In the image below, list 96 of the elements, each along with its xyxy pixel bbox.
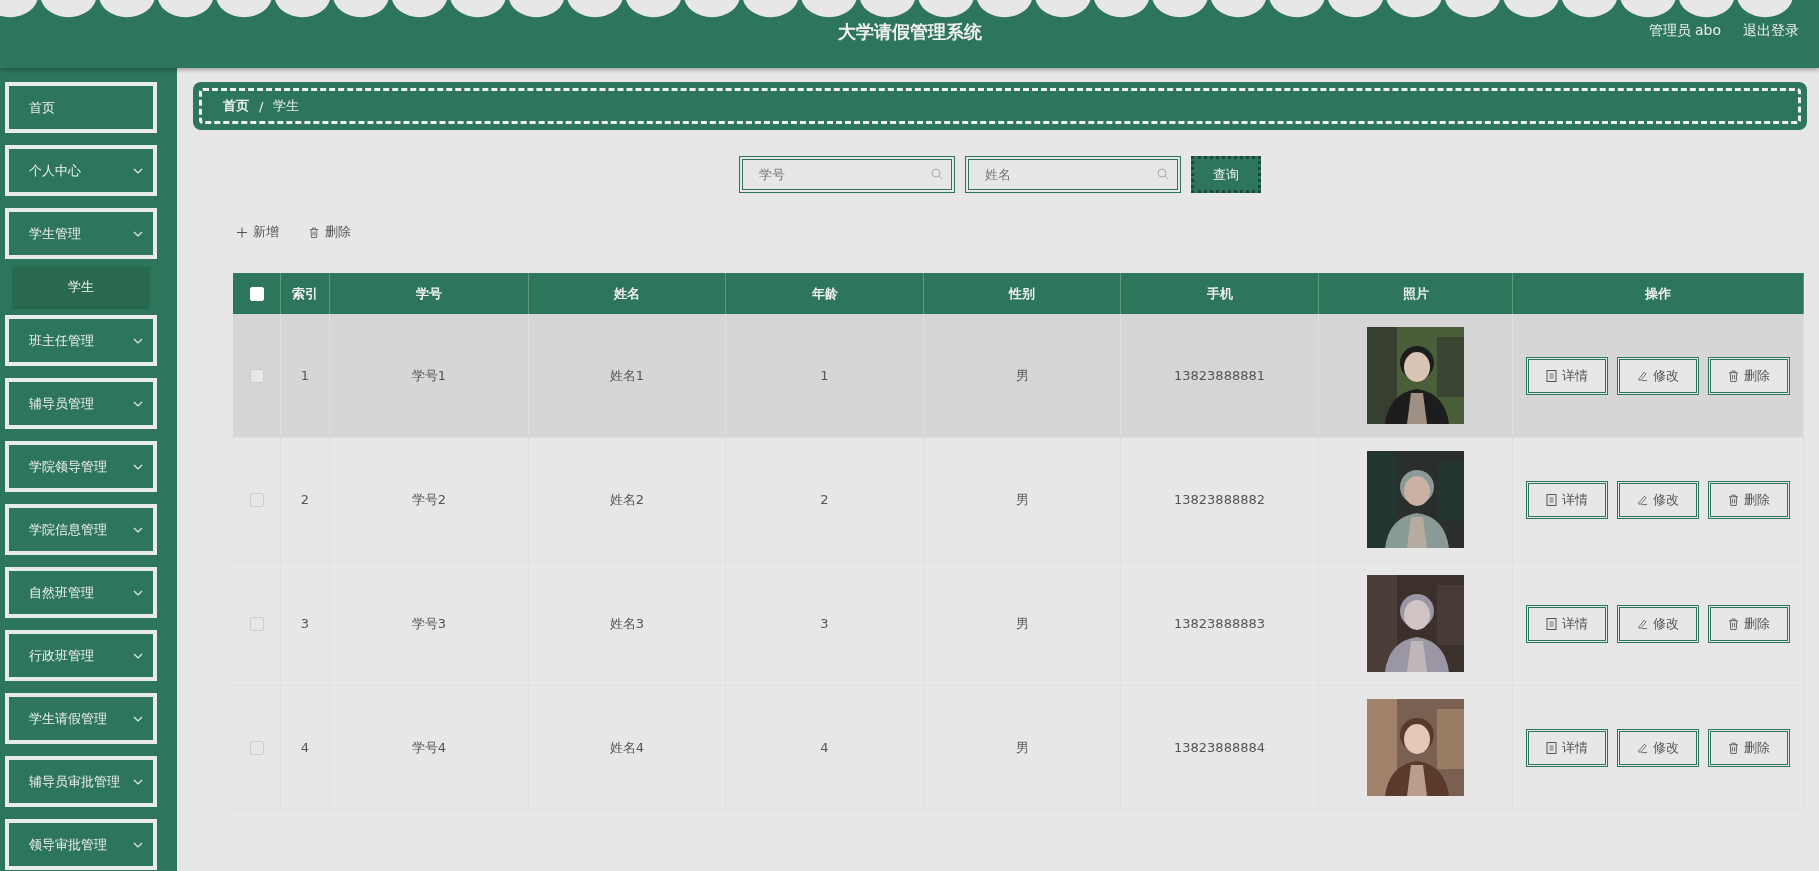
table-cell: 3 xyxy=(300,616,310,631)
delete-button[interactable]: 删除 xyxy=(1708,604,1790,643)
delete-button[interactable]: 删除 xyxy=(1708,480,1790,519)
query-button[interactable]: 查询 xyxy=(1191,156,1261,193)
pencil-icon xyxy=(1637,617,1648,630)
select-all-checkbox[interactable] xyxy=(249,286,264,301)
chevron-down-icon xyxy=(133,526,143,533)
chevron-down-icon xyxy=(133,652,143,659)
delete-button[interactable]: 删除 xyxy=(1708,356,1790,395)
breadcrumb-item[interactable]: 首页 xyxy=(223,97,249,115)
table-cell: 姓名3 xyxy=(609,614,645,633)
detail-button[interactable]: 详情 xyxy=(1526,728,1608,767)
logout-link[interactable]: 退出登录 xyxy=(1743,22,1799,40)
search-field[interactable]: 学号 xyxy=(739,156,955,193)
delete-button[interactable]: 删除 xyxy=(309,223,351,241)
table-row[interactable]: 1 学号1 姓名1 1 男 13823888881 详情 修改 删除 xyxy=(233,314,1804,438)
search-icon xyxy=(1157,168,1169,180)
document-icon xyxy=(1546,741,1557,754)
table-cell: 13823888883 xyxy=(1174,616,1265,631)
detail-button[interactable]: 详情 xyxy=(1526,356,1608,395)
chevron-down-icon xyxy=(133,841,143,848)
edit-button[interactable]: 修改 xyxy=(1617,604,1699,643)
menu-item[interactable]: 自然班管理 xyxy=(5,567,157,618)
table-cell: 学号4 xyxy=(411,738,447,757)
search-field[interactable]: 姓名 xyxy=(965,156,1181,193)
table-cell: 13823888884 xyxy=(1174,740,1265,755)
menu-item[interactable]: 领导审批管理 xyxy=(5,819,157,870)
table-cell: 4 xyxy=(820,740,829,755)
table-cell: 2 xyxy=(300,492,310,507)
edit-button[interactable]: 修改 xyxy=(1617,728,1699,767)
table-cell: 学号3 xyxy=(411,614,447,633)
menu-item[interactable]: 首页 xyxy=(5,82,157,133)
trash-icon xyxy=(1728,369,1739,382)
table-cell: 4 xyxy=(300,740,310,755)
menu-item[interactable]: 行政班管理 xyxy=(5,630,157,681)
table-cell: 学号2 xyxy=(411,490,447,509)
table-cell: 男 xyxy=(1015,614,1029,633)
table-cell: 学号1 xyxy=(411,366,447,385)
table-cell: 男 xyxy=(1015,366,1029,385)
add-button[interactable]: 新增 xyxy=(237,223,279,241)
pencil-icon xyxy=(1637,493,1648,506)
pencil-icon xyxy=(1637,741,1648,754)
delete-button[interactable]: 删除 xyxy=(1708,728,1790,767)
submenu-item[interactable]: 学生 xyxy=(13,267,149,307)
table-row[interactable]: 3 学号3 姓名3 3 男 13823888883 详情 修改 删除 xyxy=(233,562,1804,686)
chevron-down-icon xyxy=(133,400,143,407)
table-cell: 3 xyxy=(820,616,829,631)
menu-item[interactable]: 学院信息管理 xyxy=(5,504,157,555)
table-cell: 1 xyxy=(300,368,310,383)
search-icon xyxy=(931,168,943,180)
edit-button[interactable]: 修改 xyxy=(1617,356,1699,395)
trash-icon xyxy=(1728,741,1739,754)
chevron-down-icon xyxy=(133,167,143,174)
chevron-down-icon xyxy=(133,715,143,722)
chevron-down-icon xyxy=(133,589,143,596)
row-checkbox[interactable] xyxy=(249,616,264,631)
document-icon xyxy=(1546,369,1557,382)
trash-icon xyxy=(1728,493,1739,506)
pencil-icon xyxy=(1637,369,1648,382)
table-cell: 姓名2 xyxy=(609,490,645,509)
chevron-down-icon xyxy=(133,337,143,344)
table-row[interactable]: 2 学号2 姓名2 2 男 13823888882 详情 修改 删除 xyxy=(233,438,1804,562)
menu-item[interactable]: 学院领导管理 xyxy=(5,441,157,492)
menu-item[interactable]: 学生管理 xyxy=(5,208,157,259)
table-cell: 男 xyxy=(1015,738,1029,757)
menu-item[interactable]: 班主任管理 xyxy=(5,315,157,366)
detail-button[interactable]: 详情 xyxy=(1526,480,1608,519)
edit-button[interactable]: 修改 xyxy=(1617,480,1699,519)
trash-icon xyxy=(309,226,319,238)
breadcrumb-separator: / xyxy=(259,98,264,114)
table-row[interactable]: 4 学号4 姓名4 4 男 13823888884 详情 修改 删除 xyxy=(233,686,1804,810)
detail-button[interactable]: 详情 xyxy=(1526,604,1608,643)
menu-item[interactable]: 辅导员审批管理 xyxy=(5,756,157,807)
menu-item[interactable]: 个人中心 xyxy=(5,145,157,196)
trash-icon xyxy=(1728,617,1739,630)
menu-item[interactable]: 学生请假管理 xyxy=(5,693,157,744)
table-cell: 姓名4 xyxy=(609,738,645,757)
chevron-down-icon xyxy=(133,778,143,785)
table-cell: 13823888881 xyxy=(1174,368,1265,383)
table-cell: 1 xyxy=(820,368,829,383)
chevron-down-icon xyxy=(133,230,143,237)
document-icon xyxy=(1546,617,1557,630)
row-checkbox[interactable] xyxy=(249,740,264,755)
plus-icon xyxy=(237,226,247,238)
row-checkbox[interactable] xyxy=(249,492,264,507)
table-cell: 姓名1 xyxy=(609,366,645,385)
table-cell: 2 xyxy=(820,492,829,507)
table-cell: 13823888882 xyxy=(1174,492,1265,507)
breadcrumb-item: 学生 xyxy=(273,97,300,115)
row-checkbox[interactable] xyxy=(249,368,264,383)
user-name: 管理员 abo xyxy=(1648,22,1721,40)
table-cell: 男 xyxy=(1015,490,1029,509)
menu-item[interactable]: 辅导员管理 xyxy=(5,378,157,429)
document-icon xyxy=(1546,493,1557,506)
app-title: 大学请假管理系统 xyxy=(837,20,982,44)
chevron-down-icon xyxy=(133,463,143,470)
